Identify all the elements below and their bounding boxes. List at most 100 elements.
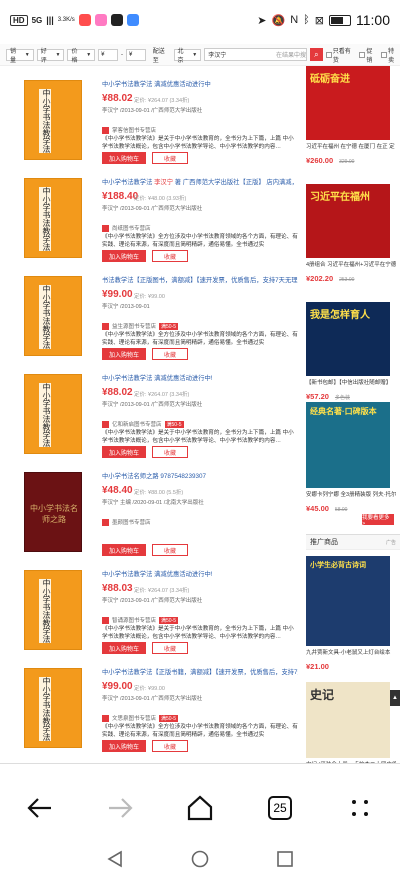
- ship-to-label: 配送至: [152, 48, 165, 64]
- product-title-link[interactable]: 中小学书法名师之路 9787548239307: [102, 472, 298, 481]
- promoted-title[interactable]: 九井贾新文具-小老鼠又上灯台绘本: [306, 649, 396, 657]
- sort-order-label: 好评: [40, 48, 47, 64]
- sidebar-ad-card[interactable]: 我是怎样育人 【新书包邮】【中信出版社随邮赠】 ¥57.20 多色装: [306, 302, 394, 401]
- system-home-icon[interactable]: [190, 849, 210, 869]
- product-cover-image[interactable]: 中小学书法名师之路: [24, 472, 82, 552]
- shop-icon: [102, 518, 109, 526]
- favorite-button[interactable]: 收藏: [152, 348, 188, 360]
- product-description: 《中小学书法教学法》是关于中小学书法教育的，全书分为上下篇，上篇 中小学书法教学…: [102, 626, 294, 640]
- favorite-button[interactable]: 收藏: [152, 152, 188, 164]
- promo-checkbox[interactable]: 促销: [359, 46, 378, 64]
- product-description: 《中小学书法教学法》全方位涉及中小学书法教育领域的各个方面，有理论、有实践、理论…: [102, 724, 298, 738]
- search-input[interactable]: 李汉宁 在结果中搜: [204, 48, 307, 61]
- search-scope: 在结果中搜: [275, 53, 306, 59]
- forward-button[interactable]: [100, 788, 140, 828]
- sort-select[interactable]: 销量 ▼: [6, 48, 34, 64]
- add-to-cart-button[interactable]: 加入购物车: [102, 446, 146, 458]
- sale-checkbox[interactable]: 特卖: [381, 46, 400, 64]
- product-cover-image[interactable]: 中小学书法教学法: [24, 374, 82, 454]
- ad-price: ¥202.20: [306, 274, 334, 283]
- shop-name-link[interactable]: 掌客信图书专营店: [112, 126, 156, 134]
- ad-price: ¥45.00: [306, 504, 329, 513]
- promoted-image[interactable]: 史记: [306, 682, 390, 758]
- product-description: 《中小学书法教学法》是关于中小学书法教育的，全书分为上下篇，上篇 中小学书法教学…: [102, 136, 294, 150]
- shop-name-link[interactable]: 墨颜图书专营店: [112, 518, 151, 526]
- favorite-button[interactable]: 收藏: [152, 740, 188, 752]
- product-item: 中小学书法教学法 中小学书法教学法 满减优惠活动进行中 ¥88.02 定价: ¥…: [0, 66, 300, 164]
- price-sort-select[interactable]: 价格 ▼: [67, 48, 96, 64]
- product-cover-image[interactable]: 中小学书法教学法: [24, 178, 82, 258]
- ad-title[interactable]: 4册组合 习近平在福州+习近平在宁德+...: [306, 261, 396, 269]
- product-title-link[interactable]: 书法教学法【正版图书，满额减】【速开发票，优质售后，支持7天无理由: [102, 276, 298, 285]
- sidebar-ad-card[interactable]: 砥砺奋进 习近平在福州 在宁德 在厦门 在正 定 在... ¥260.00 329…: [306, 66, 396, 165]
- sidebar-ad-card[interactable]: 习近平在福州 4册组合 习近平在福州+习近平在宁德+... ¥202.20 253…: [306, 184, 396, 283]
- add-to-cart-button[interactable]: 加入购物车: [102, 740, 146, 752]
- title-text: 中小学书法教学法 满减优惠活动进行中!: [102, 375, 213, 382]
- promoted-product-card[interactable]: 史记 史记 (平装全十册，点校本二十四史修订本): [306, 682, 396, 763]
- product-cover-image[interactable]: 中小学书法教学法: [24, 80, 82, 160]
- ad-title[interactable]: 【新书包邮】【中信出版社随邮赠】: [306, 379, 396, 387]
- shop-icon: [102, 126, 109, 134]
- price-min-input[interactable]: ¥: [98, 48, 118, 61]
- ad-price: ¥260.00: [306, 156, 334, 165]
- product-title-link[interactable]: 中小学书法教学法 满减优惠活动进行中: [102, 80, 298, 89]
- product-cover-image[interactable]: 中小学书法教学法: [24, 276, 82, 356]
- favorite-button[interactable]: 收藏: [152, 250, 188, 262]
- product-title-link[interactable]: 中小学书法教学法 满减优惠活动进行中!: [102, 374, 298, 383]
- menu-button[interactable]: [340, 788, 380, 828]
- ad-image[interactable]: 习近平在福州: [306, 184, 390, 258]
- sidebar-ad-card[interactable]: 经典名著·口碑版本 安娜卡列宁娜 全3册精装版 列夫·托尔斯泰 ¥45.00 58…: [306, 402, 396, 513]
- ad-label: 广告: [385, 539, 396, 546]
- shop-name-link[interactable]: 文思泉图书专营店: [112, 714, 156, 722]
- ad-title[interactable]: 习近平在福州 在宁德 在厦门 在正 定 在...: [306, 143, 396, 151]
- ad-image[interactable]: 我是怎样育人: [306, 302, 390, 376]
- product-actions: 加入购物车 收藏: [102, 348, 188, 360]
- product-title-link[interactable]: 中小学书法教学法 满减优惠活动进行中!: [102, 570, 298, 579]
- search-button[interactable]: ⌕: [310, 48, 323, 61]
- system-back-icon[interactable]: [105, 849, 125, 869]
- home-button[interactable]: [180, 788, 220, 828]
- tabs-button[interactable]: 25: [260, 788, 300, 828]
- add-to-cart-button[interactable]: 加入购物车: [102, 348, 146, 360]
- in-stock-checkbox[interactable]: 只看有货: [325, 46, 357, 64]
- add-to-cart-button[interactable]: 加入购物车: [102, 152, 146, 164]
- sort-order-select[interactable]: 好评 ▼: [36, 48, 65, 64]
- cover-spine-text: 中小学书法教学法: [39, 579, 51, 643]
- checkbox-box: [359, 51, 366, 58]
- status-right: ➤ 🔕 N ᛒ ⊠ 11:00: [257, 12, 390, 28]
- product-cover-image[interactable]: 中小学书法教学法: [24, 570, 82, 650]
- ad-image[interactable]: 经典名著·口碑版本: [306, 402, 390, 488]
- system-recents-icon[interactable]: [275, 849, 295, 869]
- product-title-link[interactable]: 中小学书法教学法 李汉宁 著 广西师范大学出版社【正版】 店内满减，可开: [102, 178, 298, 187]
- product-title-link[interactable]: 中小学书法教学法【正版书籍，满额减】【速开发票，优质售后，支持7天: [102, 668, 298, 677]
- see-more-button[interactable]: 我要看更多 >: [362, 514, 394, 527]
- ad-image[interactable]: 砥砺奋进: [306, 66, 390, 140]
- ad-orig-price: 329.00: [339, 159, 355, 165]
- back-button[interactable]: [20, 788, 60, 828]
- ship-to-select[interactable]: 北京 ▼: [173, 48, 202, 64]
- price-max-input[interactable]: ¥: [125, 48, 146, 61]
- add-to-cart-button[interactable]: 加入购物车: [102, 250, 146, 262]
- title-text: 中小学书法名师之路 9787548239307: [102, 473, 206, 480]
- promoted-image[interactable]: 小学生必背古诗词: [306, 556, 390, 646]
- shop-name-link[interactable]: 益生源图书专营店: [112, 322, 156, 330]
- shop-name-link[interactable]: 亿和新启图书专营店: [112, 420, 162, 428]
- favorite-button[interactable]: 收藏: [152, 544, 188, 556]
- add-to-cart-button[interactable]: 加入购物车: [102, 642, 146, 654]
- back-to-top-button[interactable]: ▲: [390, 690, 400, 706]
- add-to-cart-button[interactable]: 加入购物车: [102, 544, 146, 556]
- favorite-button[interactable]: 收藏: [152, 446, 188, 458]
- shop-name-link[interactable]: 智诵源图书专营店: [112, 616, 156, 624]
- product-author-line: 李汉宁 /2013-09-01 /广西师范大学出版社: [102, 696, 203, 702]
- promoted-image-text: 小学生必背古诗词: [310, 562, 366, 569]
- title-text: 中小学书法教学法【正版书籍，满额减】【速开发票，优质售后，支持7天: [102, 669, 298, 676]
- ad-image-text: 经典名著·口碑版本: [310, 407, 377, 416]
- shop-icon: [102, 616, 109, 624]
- cover-spine-text: 中小学书法教学法: [39, 285, 51, 349]
- promoted-product-card[interactable]: 小学生必背古诗词 九井贾新文具-小老鼠又上灯台绘本 ¥21.00: [306, 556, 394, 671]
- ad-title[interactable]: 安娜卡列宁娜 全3册精装版 列夫·托尔斯泰: [306, 491, 396, 499]
- product-cover-image[interactable]: 中小学书法教学法: [24, 668, 82, 748]
- favorite-button[interactable]: 收藏: [152, 642, 188, 654]
- shop-name-link[interactable]: 尚纸图书专营店: [112, 224, 151, 232]
- ad-orig-price: 58.00: [334, 507, 348, 513]
